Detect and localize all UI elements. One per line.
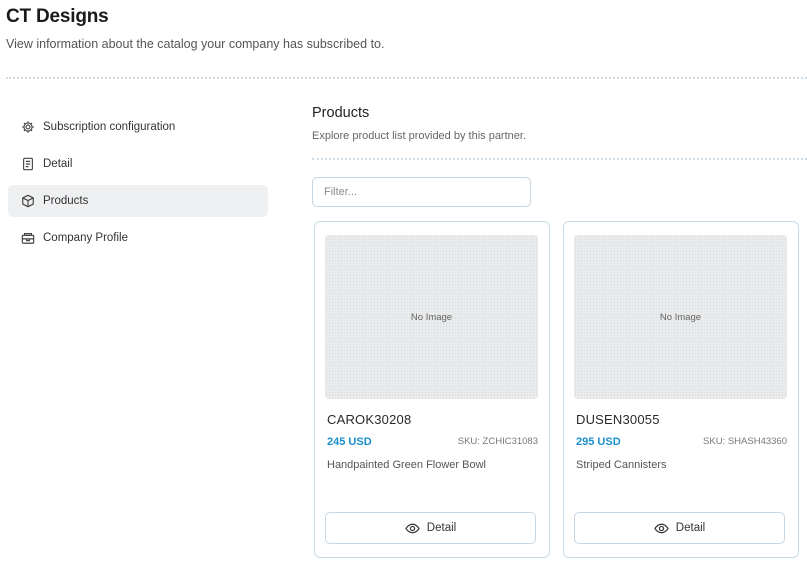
product-description: Striped Cannisters (576, 459, 667, 471)
product-name: CAROK30208 (327, 412, 412, 427)
filter-input[interactable] (312, 177, 531, 207)
detail-button-label: Detail (426, 522, 457, 534)
product-description: Handpainted Green Flower Bowl (327, 459, 486, 471)
section-divider (312, 158, 807, 160)
no-image-text: No Image (659, 311, 702, 323)
page-title: CT Designs (6, 6, 109, 27)
sidebar: Subscription configuration Detail Produc… (8, 111, 268, 259)
product-name: DUSEN30055 (576, 412, 660, 427)
section-title: Products (312, 105, 370, 121)
product-image-placeholder: No Image (574, 235, 787, 399)
page-subtitle: View information about the catalog your … (6, 37, 385, 51)
product-card[interactable]: No Image CAROK30208 245 USD SKU: ZCHIC31… (314, 221, 550, 558)
sidebar-item-company-profile[interactable]: Company Profile (8, 222, 268, 254)
sidebar-item-subscription-configuration[interactable]: Subscription configuration (8, 111, 268, 143)
eye-icon (654, 523, 669, 533)
sidebar-item-label: Subscription configuration (43, 121, 176, 133)
header-divider (6, 77, 807, 79)
product-card[interactable]: No Image DUSEN30055 295 USD SKU: SHASH43… (563, 221, 799, 558)
product-image-placeholder: No Image (325, 235, 538, 399)
gear-icon (20, 119, 36, 135)
product-sku: SKU: ZCHIC31083 (457, 436, 538, 447)
product-sku: SKU: SHASH43360 (703, 436, 787, 447)
detail-button-label: Detail (675, 522, 706, 534)
sidebar-item-label: Detail (43, 158, 73, 170)
detail-button[interactable]: Detail (574, 512, 785, 544)
sidebar-item-detail[interactable]: Detail (8, 148, 268, 180)
product-price: 295 USD (576, 436, 621, 448)
building-icon (20, 230, 36, 246)
product-price: 245 USD (327, 436, 372, 448)
page-header: CT Designs View information about the ca… (6, 6, 384, 51)
detail-button[interactable]: Detail (325, 512, 536, 544)
products-section: Products Explore product list provided b… (312, 105, 807, 558)
sidebar-item-label: Company Profile (43, 232, 129, 244)
sidebar-item-products[interactable]: Products (8, 185, 268, 217)
section-subtitle: Explore product list provided by this pa… (312, 130, 527, 142)
document-icon (20, 156, 36, 172)
eye-icon (405, 523, 420, 533)
no-image-text: No Image (410, 311, 453, 323)
box-icon (20, 193, 36, 209)
sidebar-item-label: Products (43, 195, 89, 207)
